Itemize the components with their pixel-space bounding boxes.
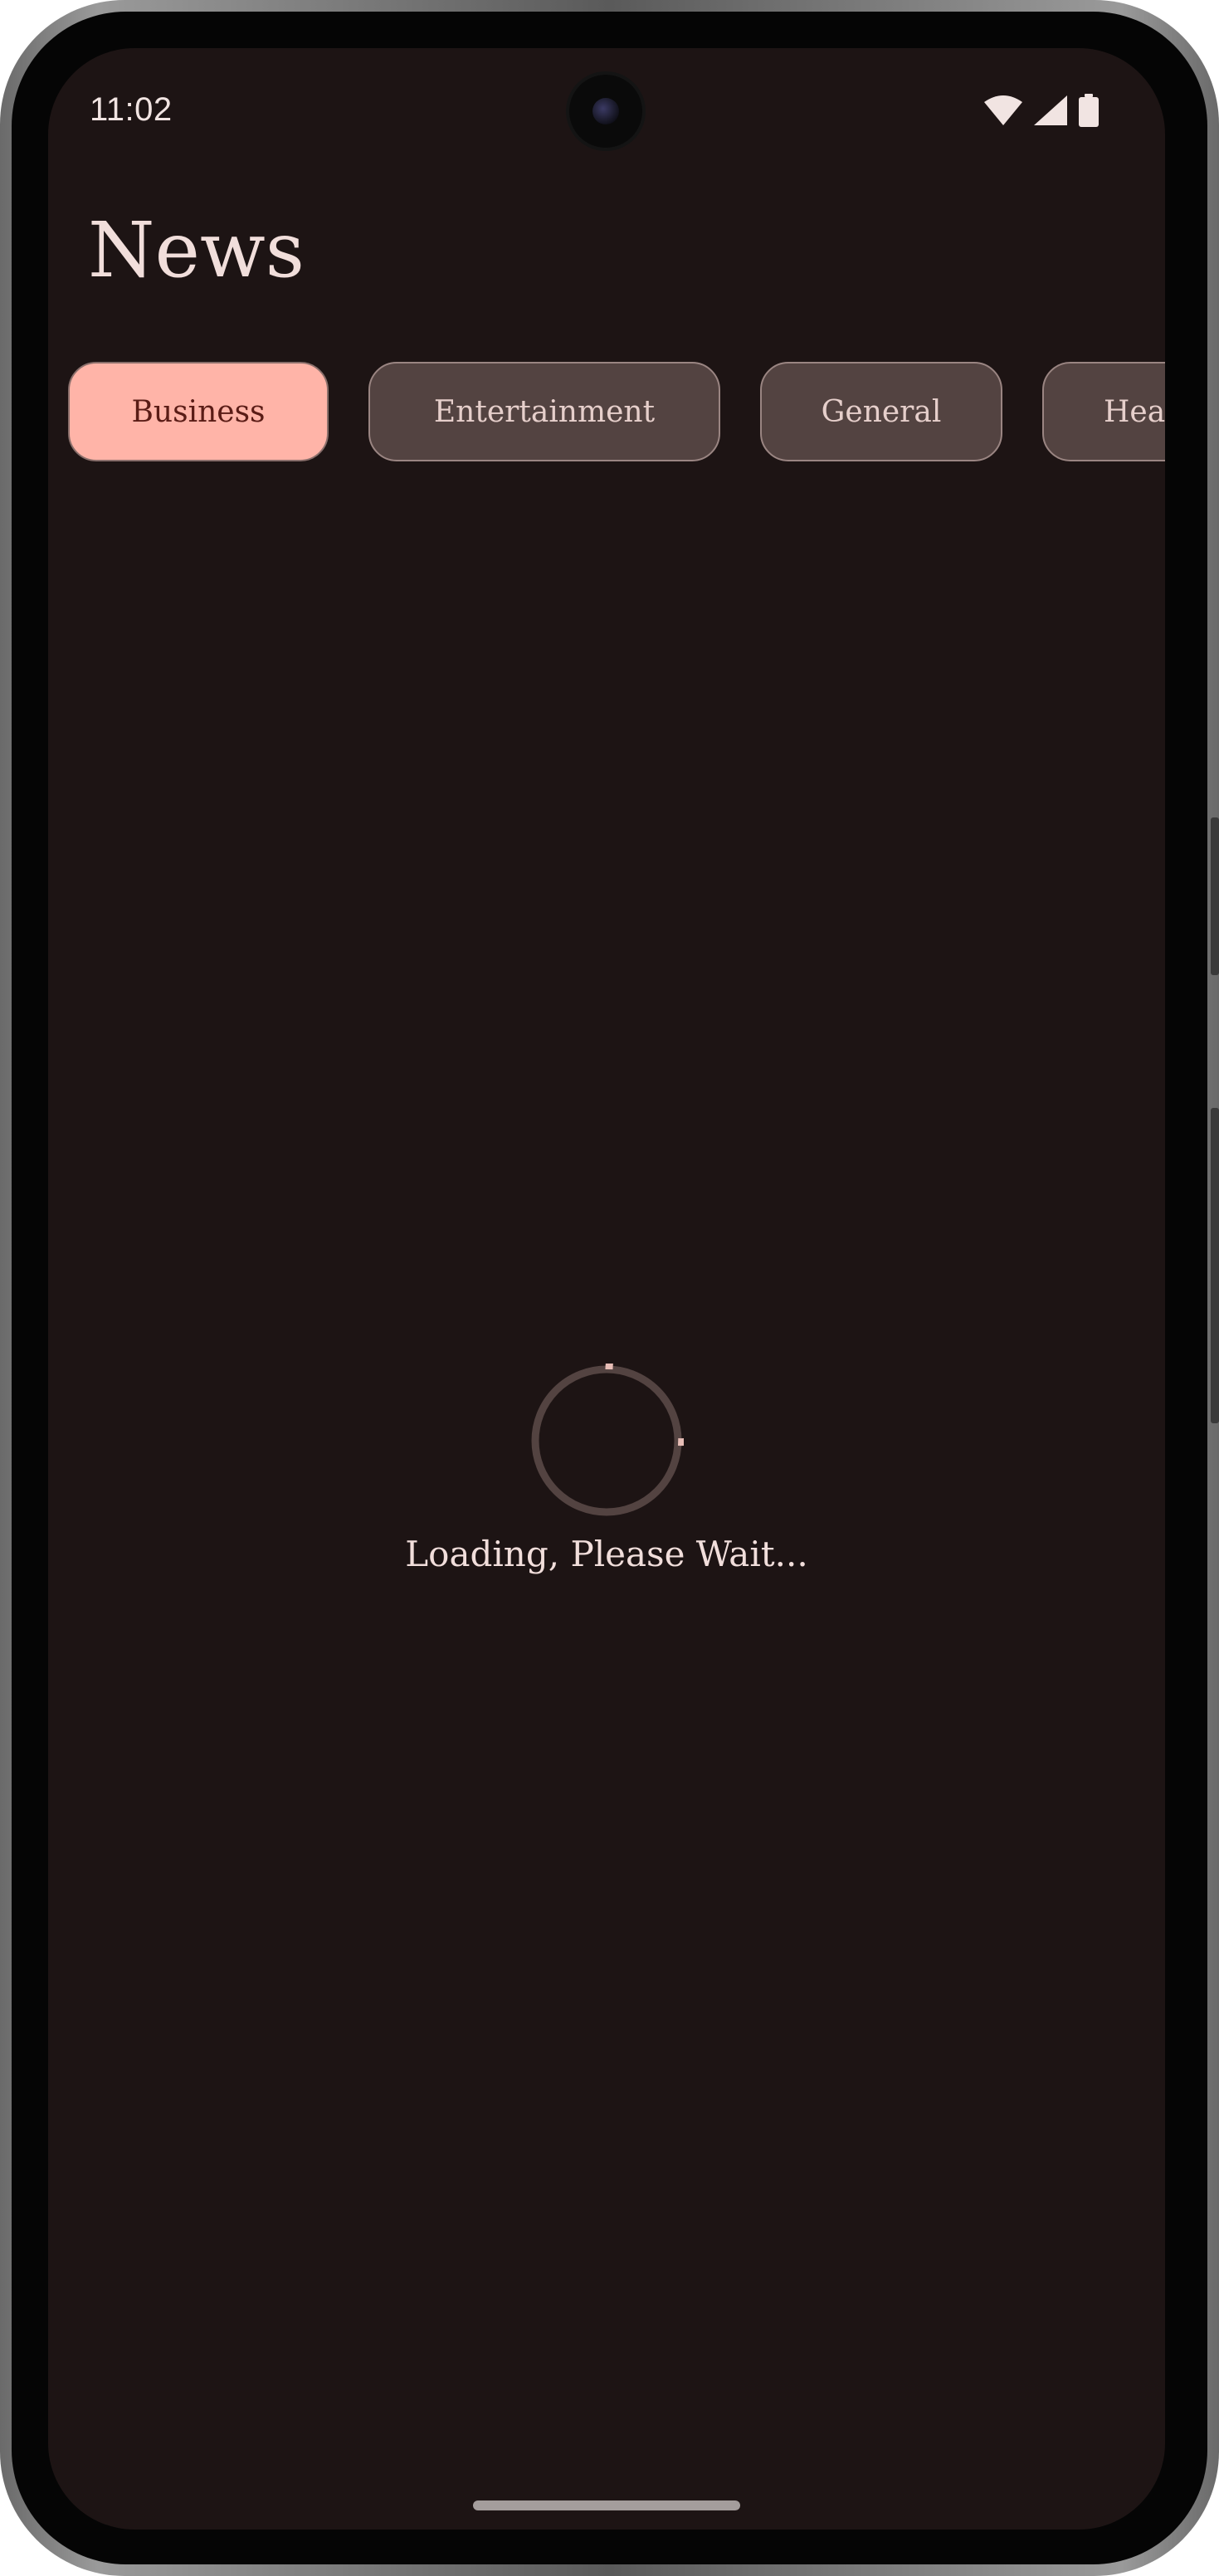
chip-general[interactable]: General xyxy=(760,362,1002,461)
gesture-navigation-bar[interactable] xyxy=(473,2500,740,2510)
status-time: 11:02 xyxy=(90,91,173,128)
device-frame: 11:02 News Business Entertainment Genera… xyxy=(0,0,1219,2576)
status-bar: 11:02 xyxy=(48,48,1165,173)
chip-business[interactable]: Business xyxy=(68,362,329,461)
volume-button xyxy=(1211,817,1219,975)
cellular-signal-icon xyxy=(1034,95,1067,125)
loading-text: Loading, Please Wait... xyxy=(405,1534,808,1574)
chip-label: Hea xyxy=(1104,394,1165,429)
front-camera xyxy=(569,75,642,148)
category-chip-row[interactable]: Business Entertainment General Hea xyxy=(48,362,1165,461)
chip-entertainment[interactable]: Entertainment xyxy=(368,362,720,461)
page-title: News xyxy=(88,206,305,295)
chip-health[interactable]: Hea xyxy=(1042,362,1165,461)
loading-spinner xyxy=(531,1364,684,1516)
chip-label: Entertainment xyxy=(433,394,656,429)
chip-label: General xyxy=(821,394,942,429)
chip-label: Business xyxy=(131,394,266,429)
power-button xyxy=(1211,1108,1219,1423)
wifi-icon xyxy=(984,95,1022,125)
status-icons xyxy=(984,94,1099,127)
screen: 11:02 News Business Entertainment Genera… xyxy=(48,48,1165,2530)
battery-icon xyxy=(1079,94,1099,127)
